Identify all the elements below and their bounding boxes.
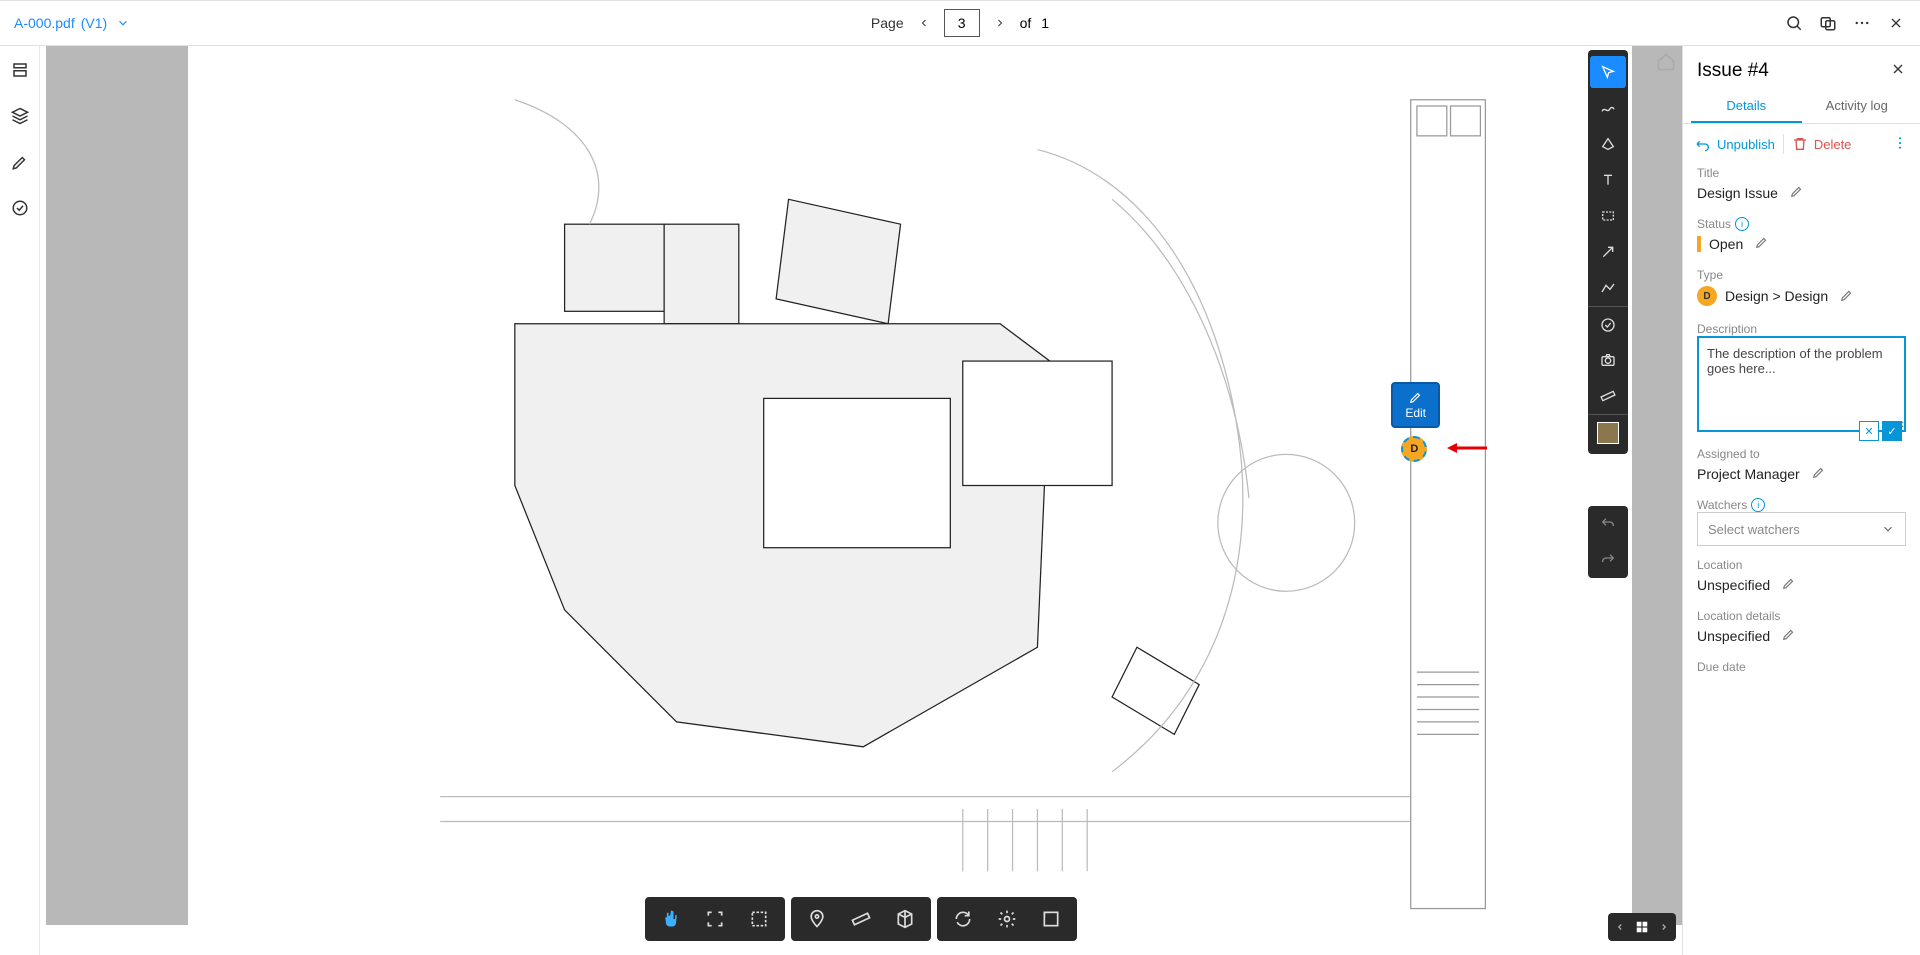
title-field-label: Title	[1697, 166, 1906, 180]
search-icon[interactable]	[1784, 13, 1804, 33]
annotation-arrow	[1447, 442, 1487, 454]
assigned-field-value: Project Manager	[1697, 466, 1800, 482]
thumb-grid-icon[interactable]	[1630, 915, 1654, 939]
main: Edit D	[0, 46, 1920, 955]
close-icon[interactable]	[1886, 13, 1906, 33]
edit-type-icon[interactable]	[1840, 288, 1854, 305]
info-icon[interactable]: i	[1751, 498, 1765, 512]
type-badge-icon: D	[1697, 286, 1717, 306]
page-next-icon[interactable]	[990, 13, 1010, 33]
viewer[interactable]: Edit D	[40, 46, 1682, 955]
panel-close-icon[interactable]	[1890, 61, 1906, 82]
status-field-label: Status	[1697, 217, 1731, 231]
chevron-down-icon[interactable]	[113, 13, 133, 33]
more-icon[interactable]	[1852, 13, 1872, 33]
file-name[interactable]: A-000.pdf	[14, 15, 75, 31]
description-field-label: Description	[1697, 322, 1906, 336]
freehand-tool-icon[interactable]	[1588, 90, 1628, 126]
color-swatch[interactable]	[1588, 414, 1628, 450]
type-field-value: Design > Design	[1725, 288, 1828, 304]
unpublish-button[interactable]: Unpublish	[1695, 136, 1775, 152]
watchers-select[interactable]: Select watchers	[1697, 512, 1906, 546]
settings-gear-icon[interactable]	[985, 901, 1029, 937]
pencil-icon	[1409, 390, 1423, 404]
issues-check-icon[interactable]	[6, 194, 34, 222]
trash-icon	[1792, 136, 1808, 152]
type-field-label: Type	[1697, 268, 1906, 282]
watchers-field-label: Watchers	[1697, 498, 1747, 512]
edit-title-icon[interactable]	[1790, 184, 1804, 201]
fullscreen-icon[interactable]	[1029, 901, 1073, 937]
undo-redo-toolbar	[1588, 506, 1628, 578]
description-textarea[interactable]	[1697, 336, 1906, 432]
info-icon[interactable]: i	[1735, 217, 1749, 231]
redo-icon[interactable]	[1588, 542, 1628, 578]
bottom-toolbar	[645, 897, 1077, 941]
polyline-tool-icon[interactable]	[1588, 270, 1628, 306]
issue-title: Issue #4	[1697, 60, 1769, 82]
thumbnail-nav	[1608, 913, 1676, 941]
zoom-window-icon[interactable]	[737, 901, 781, 937]
ruler-tool-icon[interactable]	[1588, 378, 1628, 414]
file-version: (V1)	[81, 15, 107, 31]
page-total: 1	[1041, 15, 1049, 31]
home-icon[interactable]	[1656, 52, 1676, 77]
layers-icon[interactable]	[6, 102, 34, 130]
tab-details[interactable]: Details	[1691, 90, 1802, 123]
left-rail	[0, 46, 40, 955]
measure-icon[interactable]	[839, 901, 883, 937]
page-prev-icon[interactable]	[914, 13, 934, 33]
fit-icon[interactable]	[693, 901, 737, 937]
unpublish-icon	[1695, 136, 1711, 152]
due-date-field-label: Due date	[1697, 660, 1906, 674]
arrow-tool-icon[interactable]	[1588, 234, 1628, 270]
location-details-field-value: Unspecified	[1697, 628, 1770, 644]
location-details-field-label: Location details	[1697, 609, 1906, 623]
markup-toolbar	[1588, 50, 1628, 454]
cube-3d-icon[interactable]	[883, 901, 927, 937]
drawing-canvas[interactable]: Edit D	[194, 50, 1632, 921]
edit-location-icon[interactable]	[1782, 576, 1796, 593]
edit-status-icon[interactable]	[1755, 235, 1769, 252]
chevron-down-icon	[1881, 522, 1895, 536]
edit-assigned-icon[interactable]	[1812, 465, 1826, 482]
panel-more-icon[interactable]	[1892, 135, 1908, 154]
description-confirm-button[interactable]: ✓	[1882, 421, 1902, 441]
edit-location-details-icon[interactable]	[1782, 627, 1796, 644]
undo-icon[interactable]	[1588, 506, 1628, 542]
camera-tool-icon[interactable]	[1588, 342, 1628, 378]
pan-tool-icon[interactable]	[649, 901, 693, 937]
text-tool-icon[interactable]	[1588, 162, 1628, 198]
topbar: A-000.pdf (V1) Page of 1	[0, 0, 1920, 46]
edit-tooltip-label: Edit	[1405, 406, 1426, 420]
review-check-icon[interactable]	[1588, 306, 1628, 342]
assigned-field-label: Assigned to	[1697, 447, 1906, 461]
status-field-value: Open	[1709, 236, 1743, 252]
description-cancel-button[interactable]: ✕	[1859, 421, 1879, 441]
delete-button[interactable]: Delete	[1792, 136, 1852, 152]
page-input[interactable]	[944, 9, 980, 37]
select-tool-icon[interactable]	[1590, 56, 1626, 88]
site-plan	[194, 50, 1632, 921]
issue-panel: Issue #4 Details Activity log Unpublish …	[1682, 46, 1920, 955]
thumb-prev-icon[interactable]	[1610, 915, 1630, 939]
tab-activity-log[interactable]: Activity log	[1802, 90, 1913, 123]
thumb-next-icon[interactable]	[1654, 915, 1674, 939]
refresh-icon[interactable]	[941, 901, 985, 937]
issue-marker[interactable]: D	[1401, 436, 1427, 462]
issue-marker-wrap: Edit D	[1391, 382, 1440, 462]
markup-pencil-icon[interactable]	[6, 148, 34, 176]
page-of-label: of	[1020, 15, 1032, 31]
title-field-value: Design Issue	[1697, 185, 1778, 201]
compare-icon[interactable]	[1818, 13, 1838, 33]
highlight-tool-icon[interactable]	[1588, 126, 1628, 162]
edit-tooltip[interactable]: Edit	[1391, 382, 1440, 428]
location-field-value: Unspecified	[1697, 577, 1770, 593]
location-pin-icon[interactable]	[795, 901, 839, 937]
page-label: Page	[871, 15, 904, 31]
rectangle-tool-icon[interactable]	[1588, 198, 1628, 234]
location-field-label: Location	[1697, 558, 1906, 572]
status-color-icon	[1697, 236, 1701, 252]
panel-icon[interactable]	[6, 56, 34, 84]
